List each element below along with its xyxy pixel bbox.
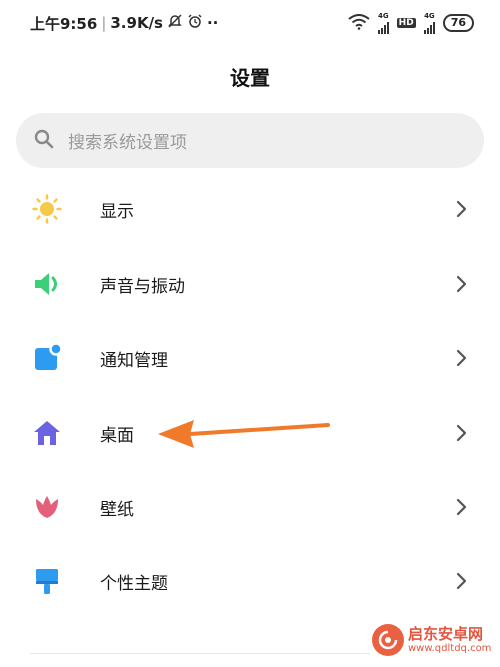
chevron-right-icon [456,275,467,293]
search-icon [34,129,54,153]
settings-item-wallpaper[interactable]: 壁纸 [0,470,500,544]
signal-1: 4G [377,11,389,34]
sun-icon [32,194,62,224]
mute-bell-icon [167,13,183,33]
signal-bars-icon [423,20,435,34]
speaker-icon [32,269,62,299]
chevron-right-icon [456,498,467,516]
settings-item-label: 显示 [100,201,134,222]
watermark-text: 启东安卓网 www.qdltdq.com [408,626,491,654]
hd-voice-badge: HD [396,18,416,28]
status-bar: 上午9:56 | 3.9K/s ·· 4G HD 4G 76 [0,0,500,46]
settings-item-theme[interactable]: 个性主题 [0,544,500,618]
network-speed: 3.9K/s [110,14,163,32]
watermark-logo-icon [372,624,404,656]
clock: 上午9:56 [30,14,98,33]
signal-2: 4G [423,11,435,34]
settings-item-label: 声音与振动 [100,276,185,297]
notification-icon [32,343,62,373]
home-icon [32,418,62,448]
paintbrush-icon [32,566,62,596]
network-type-label: 4G [378,11,389,20]
watermark: 启东安卓网 www.qdltdq.com [372,624,491,656]
annotation-arrow-icon [158,420,330,448]
page-title: 设置 [230,66,270,90]
more-notifications-icon: ·· [206,14,219,32]
search-placeholder: 搜索系统设置项 [68,133,187,153]
status-left: 上午9:56 | 3.9K/s ·· [30,13,218,34]
settings-item-label: 桌面 [100,425,134,446]
chevron-right-icon [456,572,467,590]
alarm-icon [187,13,203,33]
status-separator: | [101,14,107,32]
chevron-right-icon [456,200,467,218]
chevron-right-icon [456,349,467,367]
network-type-label: 4G [424,11,435,20]
settings-item-notifications[interactable]: 通知管理 [0,321,500,395]
wifi-icon [348,13,370,33]
battery-indicator: 76 [442,14,474,32]
watermark-url: www.qdltdq.com [408,642,492,654]
status-right: 4G HD 4G 76 [348,11,474,34]
bottom-divider [30,653,370,654]
settings-item-sound[interactable]: 声音与振动 [0,247,500,321]
search-bar[interactable]: 搜索系统设置项 [16,113,484,168]
watermark-name: 启东安卓网 [408,625,484,644]
settings-item-label: 壁纸 [100,499,134,520]
settings-item-label: 通知管理 [100,350,168,371]
settings-item-display[interactable]: 显示 [0,172,500,246]
chevron-right-icon [456,424,467,442]
tulip-icon [32,492,62,522]
settings-item-label: 个性主题 [100,573,168,594]
signal-bars-icon [377,20,389,34]
